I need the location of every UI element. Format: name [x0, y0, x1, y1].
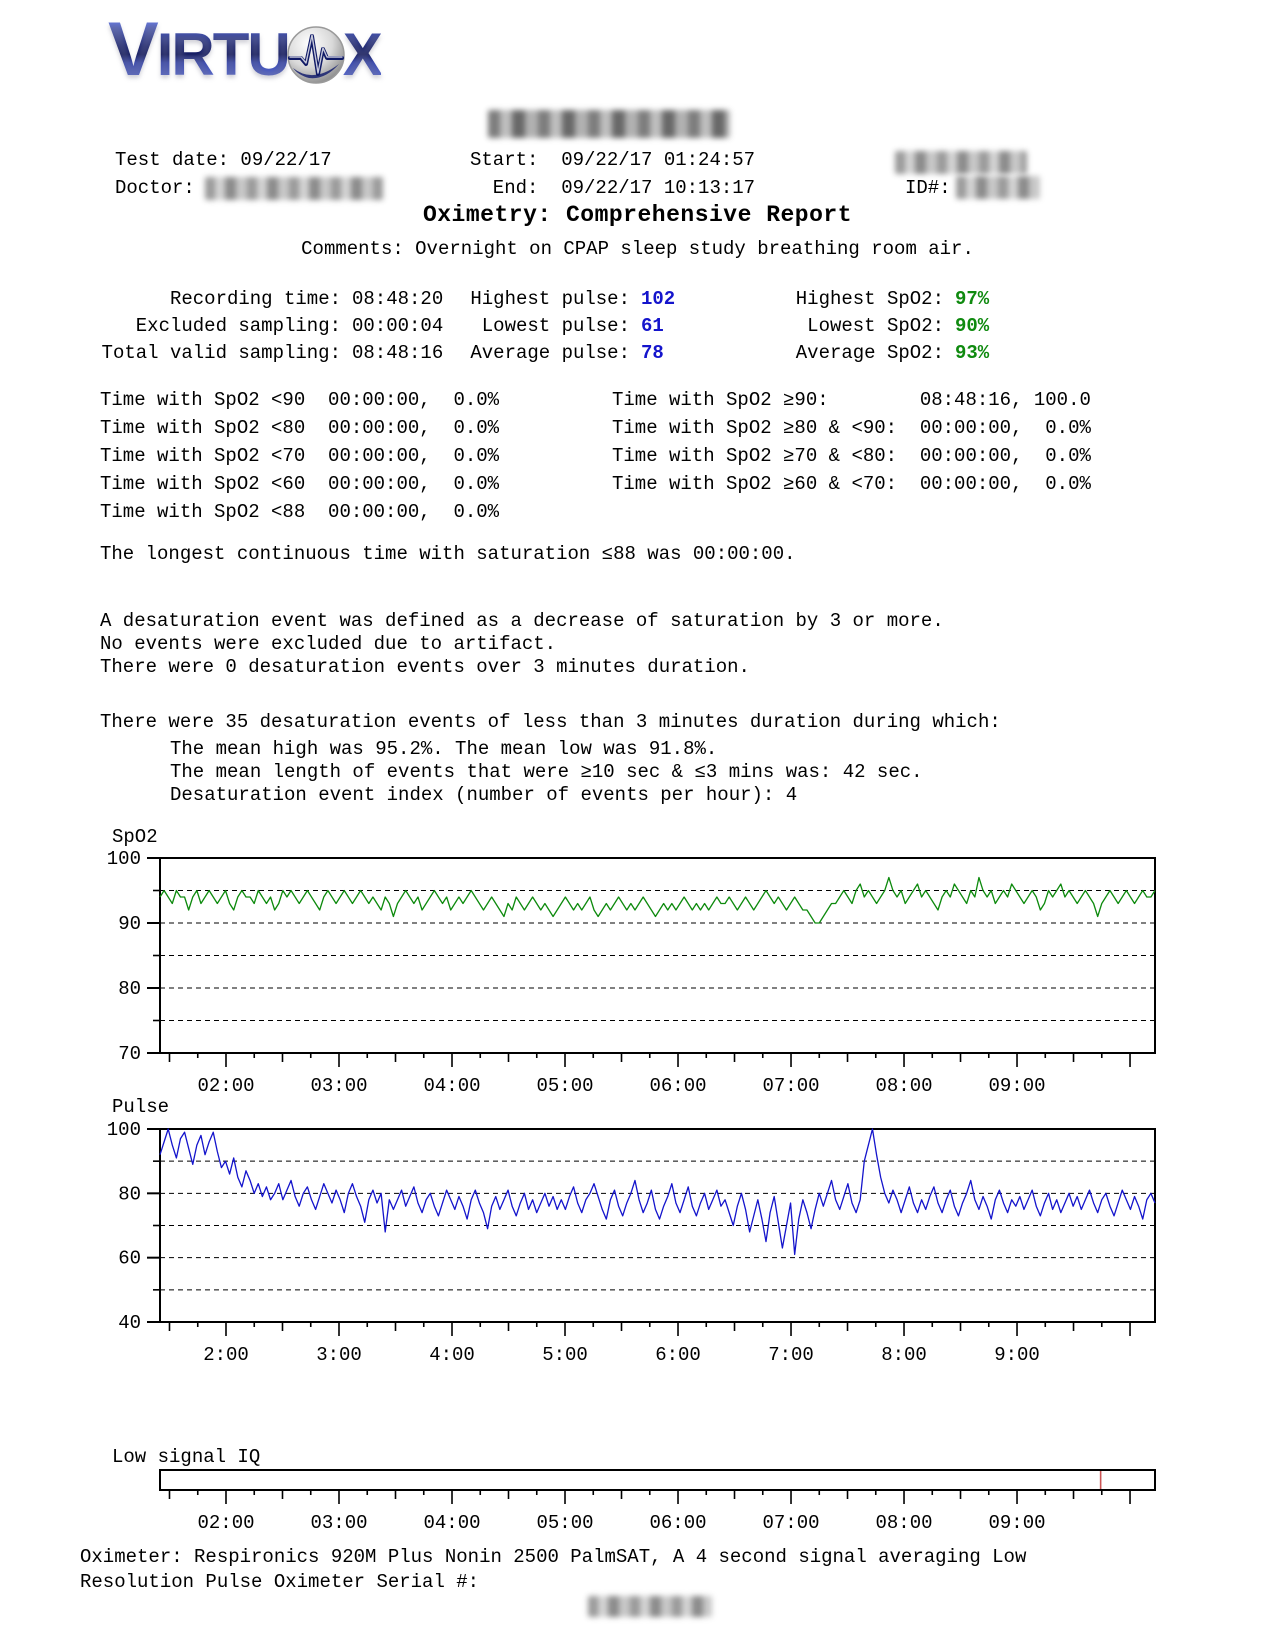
table-row: Time with SpO2 <70 00:00:00, 0.0% [100, 445, 500, 467]
stat-value-average-spo2: 93% [955, 342, 990, 364]
svg-text:09:00: 09:00 [989, 1075, 1046, 1097]
svg-text:02:00: 02:00 [197, 1512, 254, 1534]
svg-text:8:00: 8:00 [881, 1344, 927, 1366]
oximeter-footer-text: Oximeter: Respironics 920M Plus Nonin 25… [80, 1546, 1027, 1593]
table-row: Time with SpO2 <88 00:00:00, 0.0% [100, 501, 500, 523]
svg-text:07:00: 07:00 [763, 1512, 820, 1534]
stat-value-lowest-spo2: 90% [955, 315, 990, 337]
svg-text:80: 80 [118, 978, 141, 1000]
doctor-label: Doctor: [115, 177, 195, 199]
stat-value: 08:48:16 [352, 342, 444, 364]
stat-label: Highest pulse: [470, 288, 630, 310]
svg-text:05:00: 05:00 [536, 1075, 593, 1097]
stat-value-lowest-pulse: 61 [641, 315, 664, 337]
svg-text:3:00: 3:00 [316, 1344, 362, 1366]
svg-text:06:00: 06:00 [650, 1512, 707, 1534]
virtuox-logo: VIRTU X [108, 7, 383, 92]
svg-text:04:00: 04:00 [423, 1075, 480, 1097]
svg-text:08:00: 08:00 [876, 1075, 933, 1097]
stat-label: Recording time: [169, 288, 341, 310]
stats-pulse-column: Highest pulse: 102 Lowest pulse: 61 Averag… [468, 286, 675, 367]
svg-text:40: 40 [118, 1312, 141, 1334]
table-row: Time with SpO2 <90 00:00:00, 0.0% [100, 389, 500, 411]
stat-label: Highest SpO2: [795, 288, 944, 310]
paragraph-line: There were 0 desaturation events over 3 … [100, 656, 750, 678]
desaturation-events-details: The mean high was 95.2%. The mean low wa… [170, 738, 923, 807]
paragraph-line: A desaturation event was defined as a de… [100, 610, 944, 632]
paragraph-line: The mean high was 95.2%. The mean low wa… [170, 738, 718, 760]
redacted-patient-name [895, 151, 1027, 174]
stat-value: 00:00:04 [352, 315, 444, 337]
stat-label: Lowest SpO2: [807, 315, 944, 337]
logo-text-left: VIRTU [108, 7, 291, 92]
low-signal-iq-strip: 02:00 03:00 04:00 05:00 06:00 07:00 08:00 09:00 [159, 1469, 1156, 1534]
svg-text:80: 80 [118, 1183, 141, 1205]
svg-text:06:00: 06:00 [650, 1075, 707, 1097]
stats-recording-column: Recording time: 08:48:20 Excluded samplin… [98, 286, 444, 367]
stat-label: Excluded sampling: [135, 315, 341, 337]
longest-saturation-line: The longest continuous time with saturat… [100, 543, 796, 565]
svg-text:09:00: 09:00 [989, 1512, 1046, 1534]
svg-text:07:00: 07:00 [763, 1075, 820, 1097]
start-line: Start: 09/22/17 01:24:57 [470, 149, 756, 171]
redacted-footer [588, 1596, 712, 1617]
end-line: End: 09/22/17 10:13:17 [470, 177, 756, 199]
svg-text:08:00: 08:00 [876, 1512, 933, 1534]
table-row: Time with SpO2 <60 00:00:00, 0.0% [100, 473, 500, 495]
table-row: Time with SpO2 ≥90: 08:48:16, 100.0 [612, 389, 1091, 411]
stat-value: 08:48:20 [352, 288, 444, 310]
svg-text:6:00: 6:00 [655, 1344, 701, 1366]
svg-text:04:00: 04:00 [423, 1512, 480, 1534]
svg-text:60: 60 [118, 1248, 141, 1270]
table-row: Time with SpO2 ≥80 & <90: 00:00:00, 0.0% [612, 417, 1091, 439]
svg-text:100: 100 [107, 1119, 141, 1141]
svg-text:05:00: 05:00 [536, 1512, 593, 1534]
redacted-id-value [956, 176, 1040, 199]
desaturation-events-intro: There were 35 desaturation events of les… [100, 711, 1001, 733]
redacted-doctor-name [205, 177, 383, 200]
table-row: Time with SpO2 <80 00:00:00, 0.0% [100, 417, 500, 439]
svg-text:4:00: 4:00 [429, 1344, 475, 1366]
stat-label: Lowest pulse: [481, 315, 630, 337]
paragraph-line: Desaturation event index (number of even… [170, 784, 798, 806]
svg-text:7:00: 7:00 [768, 1344, 814, 1366]
stats-spo2-column: Highest SpO2: 97% Lowest SpO2: 90% Average… [792, 286, 989, 367]
svg-text:9:00: 9:00 [994, 1344, 1040, 1366]
redacted-patient-header [488, 110, 730, 138]
spo2-chart: 100 90 80 70 02:00 03:00 04:00 05:00 06:00 07:00 0… [107, 848, 1156, 1097]
svg-text:2:00: 2:00 [203, 1344, 249, 1366]
globe-pulse-icon [286, 25, 345, 84]
pulse-chart: 100 80 60 40 2:00 3:00 4:00 5:00 6:00 7:00 8:00 9:0… [107, 1119, 1156, 1366]
spo2-time-table-right: Time with SpO2 ≥90: 08:48:16, 100.0 Time… [612, 386, 1091, 498]
id-label: ID#: [905, 177, 951, 199]
stat-label: Total valid sampling: [101, 342, 341, 364]
spo2-time-table-left: Time with SpO2 <90 00:00:00, 0.0% Time w… [100, 386, 499, 526]
stat-label: Average pulse: [470, 342, 630, 364]
page-title: Oximetry: Comprehensive Report [422, 202, 853, 228]
paragraph-line: No events were excluded due to artifact. [100, 633, 557, 655]
table-row: Time with SpO2 ≥60 & <70: 00:00:00, 0.0% [612, 473, 1091, 495]
table-row: Time with SpO2 ≥70 & <80: 00:00:00, 0.0% [612, 445, 1091, 467]
test-date-line: Test date: 09/22/17 [115, 149, 332, 171]
svg-text:100: 100 [107, 848, 141, 870]
svg-text:90: 90 [118, 913, 141, 935]
svg-text:5:00: 5:00 [542, 1344, 588, 1366]
desaturation-definition-paragraph: A desaturation event was defined as a de… [100, 610, 944, 679]
svg-text:02:00: 02:00 [197, 1075, 254, 1097]
comments-line: Comments: Overnight on CPAP sleep study … [301, 238, 974, 260]
stat-label: Average SpO2: [795, 342, 944, 364]
svg-text:70: 70 [118, 1043, 141, 1065]
stat-value-highest-spo2: 97% [955, 288, 990, 310]
stat-value-highest-pulse: 102 [641, 288, 676, 310]
logo-text-right: X [342, 21, 383, 88]
svg-text:03:00: 03:00 [310, 1512, 367, 1534]
svg-text:03:00: 03:00 [310, 1075, 367, 1097]
oximetry-report-page: VIRTU X Test date: 09/22/17 Start: 09/22… [0, 0, 1275, 1650]
paragraph-line: The mean length of events that were ≥10 … [170, 761, 923, 783]
stat-value-average-pulse: 78 [641, 342, 664, 364]
